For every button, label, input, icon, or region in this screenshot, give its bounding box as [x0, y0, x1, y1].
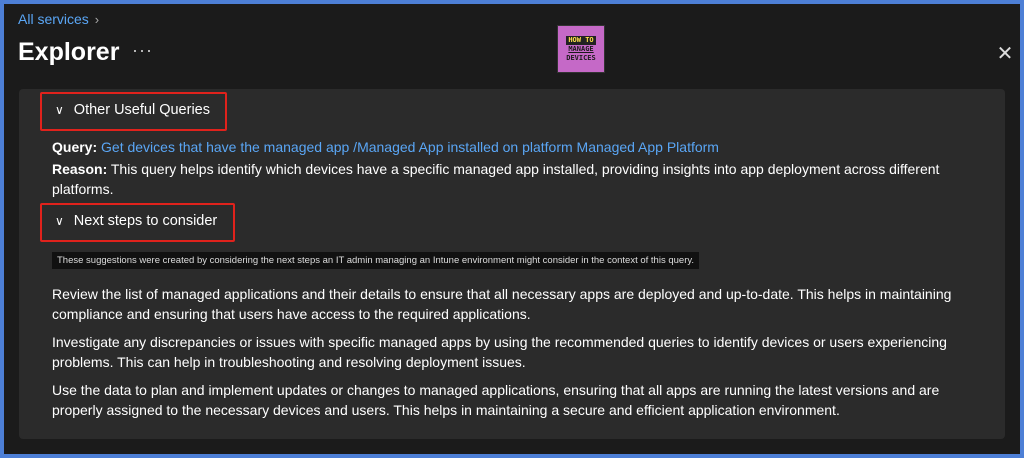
- query-line: Query: Get devices that have the managed…: [52, 139, 719, 155]
- next-step-paragraph: Investigate any discrepancies or issues …: [52, 334, 947, 370]
- breadcrumb-all-services[interactable]: All services: [18, 11, 89, 27]
- query-link[interactable]: Get devices that have the managed app /M…: [101, 139, 719, 155]
- close-icon[interactable]: ✕: [994, 42, 1016, 65]
- page-title: Explorer: [18, 38, 120, 66]
- reason-label: Reason:: [52, 161, 108, 177]
- section-other-queries-header[interactable]: ∨ Other Useful Queries: [55, 102, 210, 118]
- breadcrumb: All services ›: [18, 11, 99, 27]
- logo-text-line3: DEVICES: [566, 53, 596, 62]
- section-next-steps-header[interactable]: ∨ Next steps to consider: [55, 213, 217, 229]
- chevron-down-icon: ∨: [55, 214, 64, 228]
- next-step-paragraph: Use the data to plan and implement updat…: [52, 382, 940, 418]
- ai-disclaimer: These suggestions were created by consid…: [52, 252, 700, 269]
- app-frame: All services › Explorer ··· HOW TO MANAG…: [4, 4, 1020, 454]
- reason-text: This query helps identify which devices …: [52, 161, 940, 197]
- section-next-steps-label: Next steps to consider: [73, 213, 218, 229]
- chevron-down-icon: ∨: [55, 103, 64, 117]
- results-panel: ∨ Other Useful Queries Query: Get device…: [19, 89, 1005, 439]
- chevron-right-icon: ›: [94, 11, 100, 27]
- next-step-paragraph: Review the list of managed applications …: [52, 286, 952, 322]
- query-label: Query:: [52, 139, 98, 155]
- reason-line: Reason: This query helps identify which …: [52, 159, 952, 199]
- logo-text-line2: MANAGE: [568, 44, 594, 53]
- how-to-manage-devices-logo: HOW TO MANAGE DEVICES: [557, 25, 605, 73]
- logo-text-line1: HOW TO: [566, 35, 596, 45]
- more-options-icon[interactable]: ···: [132, 40, 153, 61]
- section-other-queries-label: Other Useful Queries: [73, 102, 210, 118]
